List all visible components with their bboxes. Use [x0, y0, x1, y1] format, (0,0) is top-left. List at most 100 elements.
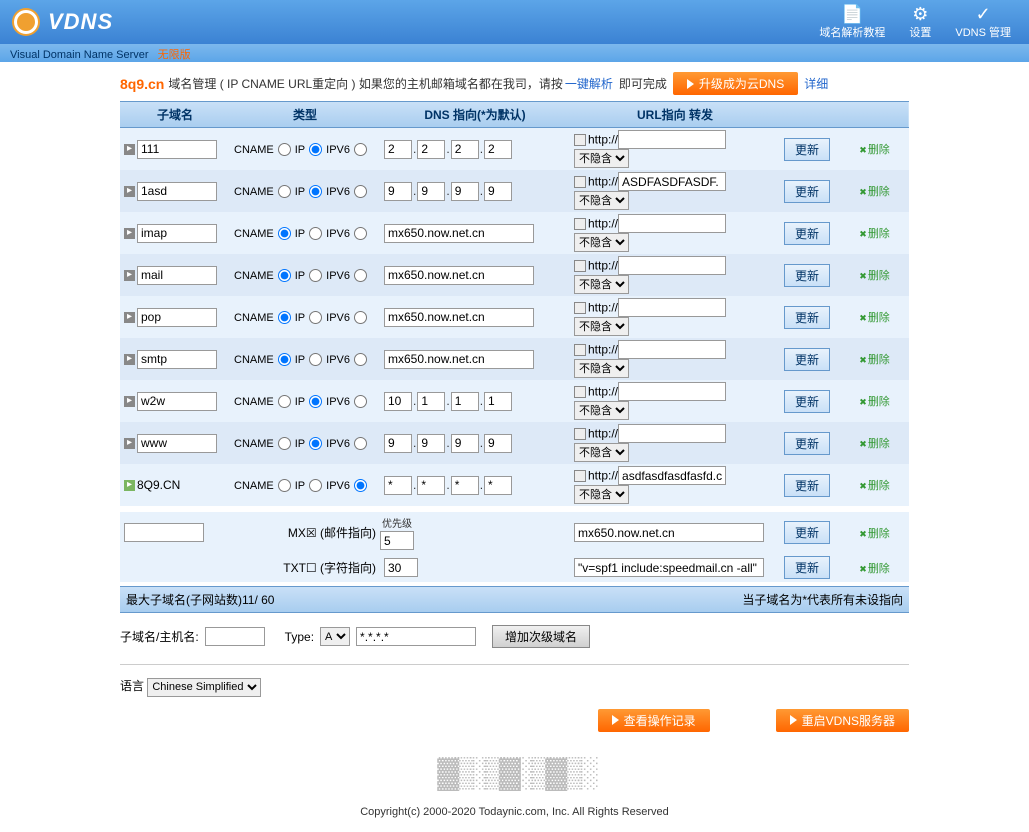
detail-link[interactable]: 详细: [804, 75, 828, 92]
del-link[interactable]: 删除: [859, 396, 890, 408]
ip-label[interactable]: IP: [295, 186, 324, 198]
ipv6-radio[interactable]: [354, 227, 367, 240]
ip-seg-input[interactable]: [484, 392, 512, 411]
cname-radio[interactable]: [278, 185, 291, 198]
cname-label[interactable]: CNAME: [234, 480, 293, 492]
ipv6-radio[interactable]: [354, 185, 367, 198]
cname-radio[interactable]: [278, 437, 291, 450]
hide-select[interactable]: 不隐含: [574, 443, 629, 462]
ip-radio[interactable]: [309, 479, 322, 492]
sub-input[interactable]: [137, 140, 217, 159]
ipv6-radio[interactable]: [354, 269, 367, 282]
dns-full-input[interactable]: [384, 308, 534, 327]
ip-seg-input[interactable]: [384, 434, 412, 453]
ip-seg-input[interactable]: [417, 476, 445, 495]
update-button[interactable]: 更新: [784, 138, 830, 161]
url-checkbox[interactable]: [574, 386, 586, 398]
url-checkbox[interactable]: [574, 470, 586, 482]
update-button[interactable]: 更新: [784, 222, 830, 245]
ipv6-label[interactable]: IPV6: [326, 354, 369, 366]
ipv6-label[interactable]: IPV6: [326, 228, 369, 240]
hide-select[interactable]: 不隐含: [574, 317, 629, 336]
mx-prio-input[interactable]: [380, 531, 414, 550]
ipv6-label[interactable]: IPV6: [326, 270, 369, 282]
ip-label[interactable]: IP: [295, 270, 324, 282]
cname-radio[interactable]: [278, 479, 291, 492]
txt-prio-input[interactable]: [384, 558, 418, 577]
del-link[interactable]: 删除: [859, 270, 890, 282]
ip-seg-input[interactable]: [451, 392, 479, 411]
ip-radio[interactable]: [309, 353, 322, 366]
url-checkbox[interactable]: [574, 428, 586, 440]
cname-label[interactable]: CNAME: [234, 270, 293, 282]
del-link[interactable]: 删除: [859, 144, 890, 156]
ipv6-radio[interactable]: [354, 437, 367, 450]
ipv6-label[interactable]: IPV6: [326, 396, 369, 408]
url-input[interactable]: [618, 172, 726, 191]
del-link[interactable]: 删除: [859, 438, 890, 450]
url-checkbox[interactable]: [574, 218, 586, 230]
cname-radio[interactable]: [278, 143, 291, 156]
del-link[interactable]: 删除: [859, 480, 890, 492]
hide-select[interactable]: 不隐含: [574, 233, 629, 252]
ipv6-label[interactable]: IPV6: [326, 312, 369, 324]
hide-select[interactable]: 不隐含: [574, 149, 629, 168]
ip-label[interactable]: IP: [295, 396, 324, 408]
url-input[interactable]: [618, 214, 726, 233]
ip-seg-input[interactable]: [417, 392, 445, 411]
del-link[interactable]: 删除: [859, 354, 890, 366]
nav-item-0[interactable]: 📄域名解析教程: [807, 2, 897, 42]
ip-seg-input[interactable]: [484, 182, 512, 201]
url-input[interactable]: [618, 424, 726, 443]
sub-input[interactable]: [137, 182, 217, 201]
cname-label[interactable]: CNAME: [234, 144, 293, 156]
ipv6-radio[interactable]: [354, 143, 367, 156]
ip-radio[interactable]: [309, 437, 322, 450]
sub-input[interactable]: [137, 266, 217, 285]
url-input[interactable]: [618, 340, 726, 359]
ipv6-radio[interactable]: [354, 353, 367, 366]
ipv6-radio[interactable]: [354, 395, 367, 408]
ip-seg-input[interactable]: [451, 182, 479, 201]
hide-select[interactable]: 不隐含: [574, 191, 629, 210]
mx-sub-input[interactable]: [124, 523, 204, 542]
nav-item-2[interactable]: ✓VDNS 管理: [943, 2, 1023, 42]
dns-full-input[interactable]: [384, 224, 534, 243]
dns-full-input[interactable]: [384, 266, 534, 285]
upgrade-button[interactable]: 升级成为云DNS: [673, 72, 798, 95]
url-checkbox[interactable]: [574, 260, 586, 272]
ip-label[interactable]: IP: [295, 354, 324, 366]
add-ip-input[interactable]: [356, 627, 476, 646]
ip-label[interactable]: IP: [295, 228, 324, 240]
ip-seg-input[interactable]: [484, 140, 512, 159]
cname-label[interactable]: CNAME: [234, 354, 293, 366]
ip-radio[interactable]: [309, 227, 322, 240]
dns-full-input[interactable]: [384, 350, 534, 369]
view-log-button[interactable]: 查看操作记录: [598, 709, 710, 732]
nav-item-1[interactable]: ⚙设置: [897, 2, 943, 42]
ipv6-label[interactable]: IPV6: [326, 480, 369, 492]
url-input[interactable]: [618, 382, 726, 401]
cname-radio[interactable]: [278, 353, 291, 366]
ipv6-label[interactable]: IPV6: [326, 144, 369, 156]
ip-seg-input[interactable]: [384, 476, 412, 495]
ip-seg-input[interactable]: [451, 140, 479, 159]
ip-radio[interactable]: [309, 143, 322, 156]
sub-input[interactable]: [137, 308, 217, 327]
url-input[interactable]: [618, 256, 726, 275]
url-checkbox[interactable]: [574, 302, 586, 314]
hide-select[interactable]: 不隐含: [574, 485, 629, 504]
sub-input[interactable]: [137, 224, 217, 243]
mx-del-link[interactable]: 删除: [859, 528, 890, 540]
cname-label[interactable]: CNAME: [234, 396, 293, 408]
url-checkbox[interactable]: [574, 176, 586, 188]
ip-seg-input[interactable]: [451, 434, 479, 453]
ip-seg-input[interactable]: [384, 140, 412, 159]
hide-select[interactable]: 不隐含: [574, 275, 629, 294]
ipv6-radio[interactable]: [354, 479, 367, 492]
onekey-link[interactable]: 一键解析: [565, 75, 613, 92]
update-button[interactable]: 更新: [784, 348, 830, 371]
cname-radio[interactable]: [278, 227, 291, 240]
sub-input[interactable]: [137, 350, 217, 369]
update-button[interactable]: 更新: [784, 264, 830, 287]
